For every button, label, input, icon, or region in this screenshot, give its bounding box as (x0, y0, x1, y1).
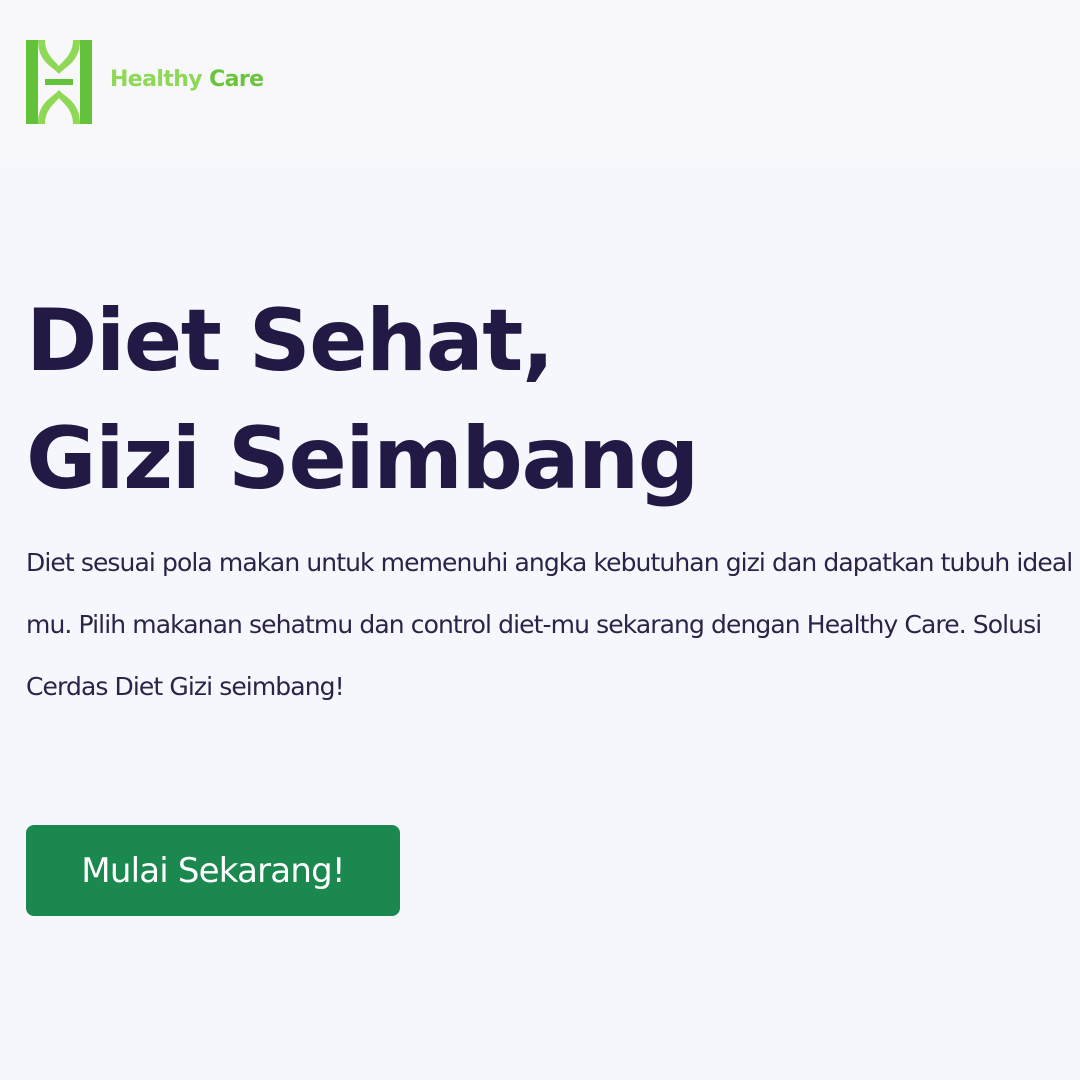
hero-title-line-2: Gizi Seimbang (26, 409, 699, 509)
start-now-button[interactable]: Mulai Sekarang! (26, 825, 400, 916)
healthy-care-logo-icon[interactable] (26, 40, 92, 124)
brand-name[interactable]: Healthy Care (110, 64, 264, 96)
site-header: Healthy Care (0, 0, 1080, 162)
hero-title: Diet Sehat, Gizi Seimbang (26, 282, 699, 518)
hero-description: Diet sesuai pola makan untuk memenuhi an… (26, 548, 1073, 701)
brand-name-care: Care (209, 67, 264, 92)
hero-title-line-1: Diet Sehat, (26, 291, 555, 391)
brand-name-healthy: Healthy (110, 67, 203, 92)
